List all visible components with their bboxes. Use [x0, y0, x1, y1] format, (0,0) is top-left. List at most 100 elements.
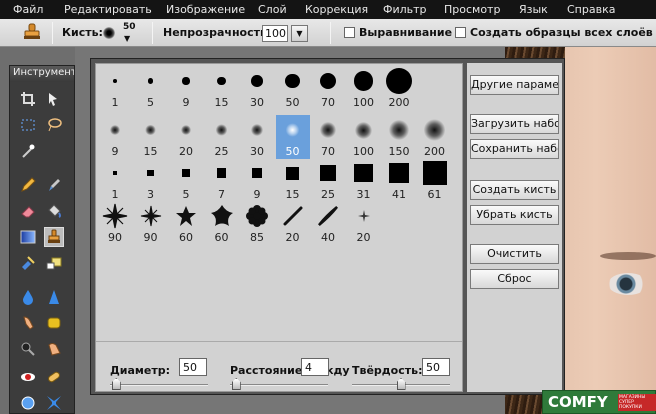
menu-image[interactable]: Изображение	[166, 3, 245, 16]
brush-preset-hard-5[interactable]: 5	[134, 66, 168, 110]
brush-preset-hard-200[interactable]: 200	[382, 66, 416, 110]
shape-icon[interactable]	[44, 253, 64, 273]
marquee-icon[interactable]	[18, 115, 38, 135]
brush-preset-square-25[interactable]: 25	[311, 158, 345, 202]
spot-heal-icon[interactable]	[44, 367, 64, 387]
brush-preset-soft-30[interactable]: 30	[240, 115, 274, 159]
diameter-slider-thumb[interactable]	[111, 378, 121, 390]
burn-icon[interactable]	[44, 339, 64, 359]
magic-wand-icon[interactable]	[18, 141, 38, 161]
brush-preview[interactable]	[103, 27, 115, 39]
brush-preset-size: 1	[111, 188, 119, 201]
brush-preset-shape-60[interactable]: 60	[205, 201, 239, 245]
red-eye-icon[interactable]	[18, 367, 38, 387]
crop-icon[interactable]	[18, 89, 38, 109]
save-set-button[interactable]: Сохранить набор	[470, 139, 559, 159]
menu-view[interactable]: Просмотр	[444, 3, 500, 16]
move-icon[interactable]	[44, 89, 64, 109]
load-set-button[interactable]: Загрузить набор	[470, 114, 559, 134]
sample-all-layers-label: Создать образцы всех слоёв	[470, 26, 653, 39]
brush-preset-square-41[interactable]: 41	[382, 158, 416, 202]
bloat-icon[interactable]	[18, 393, 38, 413]
brush-preset-shape-90[interactable]: 90	[98, 201, 132, 245]
brush-preset-hard-15[interactable]: 15	[205, 66, 239, 110]
brush-preset-size: 20	[285, 231, 300, 244]
sample-all-layers-checkbox[interactable]	[455, 27, 466, 38]
logo-main-text: COMFY	[548, 393, 608, 411]
brush-preset-square-5[interactable]: 5	[169, 158, 203, 202]
smudge-icon[interactable]	[18, 313, 38, 333]
spacing-slider-thumb[interactable]	[231, 378, 241, 390]
brush-preset-square-9[interactable]: 9	[240, 158, 274, 202]
brush-preset-hard-30[interactable]: 30	[240, 66, 274, 110]
menu-edit[interactable]: Редактировать	[64, 3, 152, 16]
create-brush-button[interactable]: Создать кисть	[470, 180, 559, 200]
brush-preset-square-3[interactable]: 3	[134, 158, 168, 202]
clone-stamp-icon[interactable]	[44, 227, 64, 247]
diameter-input[interactable]: 50	[179, 358, 207, 376]
hardness-input[interactable]: 50	[422, 358, 450, 376]
pencil-icon[interactable]	[18, 175, 38, 195]
brush-icon[interactable]	[44, 175, 64, 195]
brush-preset-square-61[interactable]: 61	[418, 158, 452, 202]
brush-preset-soft-100[interactable]: 100	[347, 115, 381, 159]
brush-preset-soft-200[interactable]: 200	[418, 115, 452, 159]
brush-preset-square-1[interactable]: 1	[98, 158, 132, 202]
color-replace-icon[interactable]	[18, 253, 38, 273]
brush-preset-shape-85[interactable]: 85	[240, 201, 274, 245]
menu-filter[interactable]: Фильтр	[383, 3, 427, 16]
brush-preset-shape-90[interactable]: 90	[134, 201, 168, 245]
blur-icon[interactable]	[18, 287, 38, 307]
brush-preset-square-31[interactable]: 31	[347, 158, 381, 202]
brush-preset-size: 50	[285, 145, 300, 158]
brush-preset-soft-150[interactable]: 150	[382, 115, 416, 159]
sponge-icon[interactable]	[44, 313, 64, 333]
brush-preset-size: 20	[356, 231, 371, 244]
brush-preset-soft-20[interactable]: 20	[169, 115, 203, 159]
brush-preset-hard-50[interactable]: 50	[276, 66, 310, 110]
brush-preset-hard-100[interactable]: 100	[347, 66, 381, 110]
menu-help[interactable]: Справка	[567, 3, 615, 16]
remove-brush-button[interactable]: Убрать кисть	[470, 205, 559, 225]
brush-preset-soft-50[interactable]: 50	[275, 115, 310, 159]
gradient-icon[interactable]	[18, 227, 38, 247]
menu-language[interactable]: Язык	[519, 3, 548, 16]
brush-preset-soft-70[interactable]: 70	[311, 115, 345, 159]
brush-tip-icon	[286, 166, 299, 180]
brush-preset-square-15[interactable]: 15	[276, 158, 310, 202]
lasso-icon[interactable]	[44, 115, 64, 135]
diameter-slider-track[interactable]	[110, 384, 208, 386]
opacity-dropdown-button[interactable]: ▼	[291, 25, 308, 42]
menu-file[interactable]: Файл	[13, 3, 43, 16]
menu-layer[interactable]: Слой	[258, 3, 287, 16]
brush-preset-square-7[interactable]: 7	[205, 158, 239, 202]
brush-preset-soft-15[interactable]: 15	[134, 115, 168, 159]
clear-button[interactable]: Очистить	[470, 244, 559, 264]
opacity-input[interactable]: 100	[262, 25, 288, 42]
brush-preset-shape-20[interactable]: 20	[276, 201, 310, 245]
paint-bucket-icon[interactable]	[44, 201, 64, 221]
spacing-slider-track[interactable]	[230, 384, 328, 386]
tools-panel-title[interactable]: Инструменты	[10, 66, 74, 82]
brush-preset-hard-70[interactable]: 70	[311, 66, 345, 110]
aligned-checkbox[interactable]	[344, 27, 355, 38]
brush-shape-icon	[102, 203, 128, 229]
spacing-input[interactable]: 4	[301, 358, 329, 376]
brush-preset-soft-25[interactable]: 25	[205, 115, 239, 159]
hardness-slider-thumb[interactable]	[396, 378, 406, 390]
sharpen-icon[interactable]	[44, 287, 64, 307]
brush-preset-hard-1[interactable]: 1	[98, 66, 132, 110]
pinch-icon[interactable]	[44, 393, 64, 413]
dodge-icon[interactable]	[18, 339, 38, 359]
more-options-button[interactable]: Другие параметры	[470, 75, 559, 95]
menu-adjustment[interactable]: Коррекция	[305, 3, 368, 16]
reset-button[interactable]: Сброс	[470, 269, 559, 289]
eraser-icon[interactable]	[18, 201, 38, 221]
brush-preset-shape-60[interactable]: 60	[169, 201, 203, 245]
brush-preset-size: 15	[143, 145, 158, 158]
chevron-down-icon[interactable]: ▼	[124, 34, 130, 43]
brush-preset-soft-9[interactable]: 9	[98, 115, 132, 159]
brush-preset-hard-9[interactable]: 9	[169, 66, 203, 110]
brush-preset-shape-20[interactable]: 20	[347, 201, 381, 245]
brush-preset-shape-40[interactable]: 40	[311, 201, 345, 245]
